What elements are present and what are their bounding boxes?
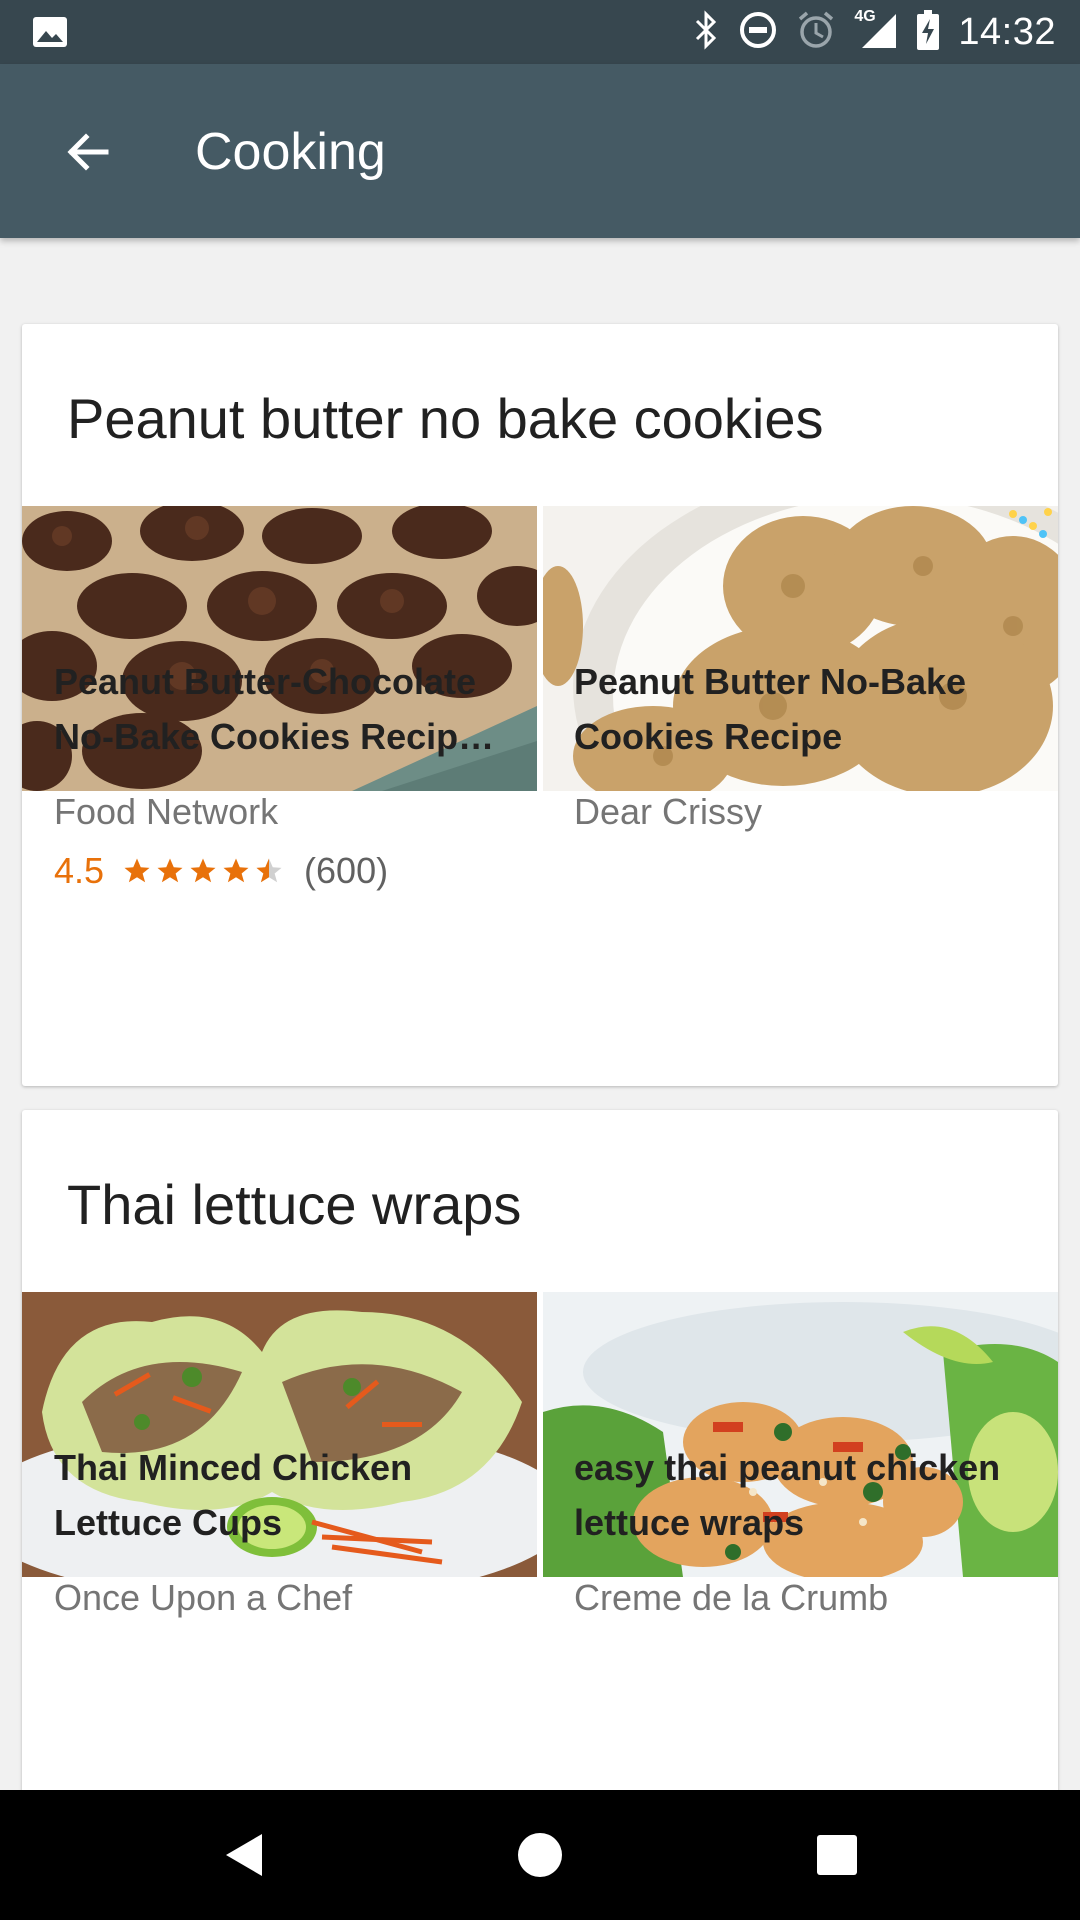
card-title: Thai lettuce wraps	[67, 1173, 522, 1236]
arrow-back-icon	[67, 133, 109, 171]
back-button[interactable]	[50, 114, 126, 190]
recents-square-icon	[817, 1835, 857, 1875]
rating-row: 4.5 (600)	[54, 850, 388, 892]
nav-recents-button[interactable]	[797, 1815, 877, 1895]
back-triangle-icon	[226, 1834, 262, 1876]
review-count: (600)	[304, 850, 389, 891]
rating-value: 4.5	[54, 850, 105, 891]
do-not-disturb-icon	[738, 10, 778, 55]
image-notification-icon	[32, 14, 68, 55]
bluetooth-icon	[694, 9, 720, 55]
star-icon	[223, 858, 249, 883]
recipe-title[interactable]: Peanut Butter No-Bake Cookies Recipe	[574, 654, 1034, 764]
nav-back-button[interactable]	[205, 1815, 285, 1895]
recipe-title[interactable]: easy thai peanut chicken lettuce wraps	[574, 1440, 1034, 1550]
recipe-source: Dear Crissy	[574, 791, 763, 832]
recipe-title[interactable]: Peanut Butter-Chocolate No-Bake Cookies …	[54, 654, 514, 764]
status-bar: 4G 14:32	[0, 0, 1080, 64]
alarm-icon	[796, 10, 836, 55]
home-circle-icon	[518, 1833, 562, 1877]
recipe-source: Food Network	[54, 791, 279, 832]
half-star-icon	[256, 858, 282, 883]
signal-icon: 4G	[854, 8, 898, 55]
page-title: Cooking	[195, 123, 386, 181]
system-nav-bar	[0, 1790, 1080, 1920]
app-bar: Cooking	[0, 64, 1080, 238]
star-rating	[122, 856, 284, 886]
recipe-card-cookies: Peanut butter no bake cookies Peanut But…	[22, 324, 1058, 1086]
card-title: Peanut butter no bake cookies	[67, 387, 824, 450]
star-icon	[124, 858, 150, 883]
recipe-source: Creme de la Crumb	[574, 1577, 889, 1618]
star-icon	[157, 858, 183, 883]
star-icon	[190, 858, 216, 883]
recipe-source: Once Upon a Chef	[54, 1577, 353, 1618]
battery-charging-icon	[916, 9, 940, 56]
clock: 14:32	[958, 10, 1056, 53]
recipe-card-lettuce-wraps: Thai lettuce wraps Thai Minced Chicken L…	[22, 1110, 1058, 1830]
recipe-title[interactable]: Thai Minced Chicken Lettuce Cups	[54, 1440, 514, 1550]
nav-home-button[interactable]	[500, 1815, 580, 1895]
